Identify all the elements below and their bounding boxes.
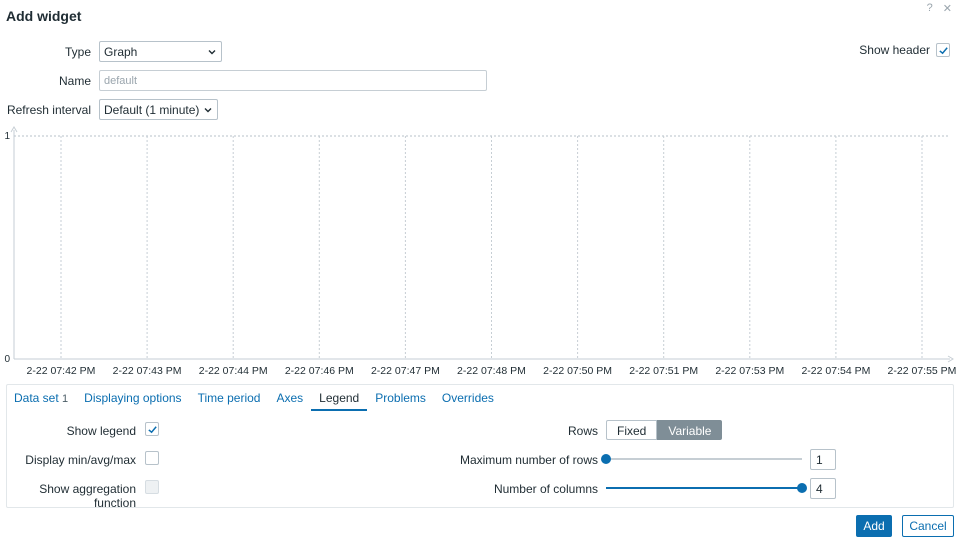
x-tick-labels: 2-22 07:42 PM 2-22 07:43 PM 2-22 07:44 PM 2… bbox=[27, 365, 957, 377]
show-header-checkbox[interactable] bbox=[936, 43, 950, 57]
y-tick-label: 1 bbox=[4, 131, 10, 142]
help-icon[interactable]: ? bbox=[927, 2, 933, 15]
slider-fill bbox=[606, 487, 802, 489]
x-tick-label: 2-22 07:54 PM bbox=[801, 365, 870, 377]
tab-label: Axes bbox=[276, 391, 304, 405]
tab-label: Data set bbox=[14, 391, 59, 405]
max-rows-input[interactable]: 1 bbox=[810, 449, 836, 470]
x-tick-label: 2-22 07:46 PM bbox=[285, 365, 354, 377]
refresh-interval-value: Default (1 minute) bbox=[104, 102, 200, 117]
rows-option-variable[interactable]: Variable bbox=[657, 420, 723, 440]
tab-displaying-options[interactable]: Displaying options bbox=[76, 387, 189, 411]
tab-axes[interactable]: Axes bbox=[268, 387, 311, 411]
tab-legend[interactable]: Legend bbox=[311, 387, 368, 411]
type-select-value: Graph bbox=[104, 44, 138, 59]
x-tick-label: 2-22 07:48 PM bbox=[457, 365, 526, 377]
rows-option-fixed[interactable]: Fixed bbox=[606, 420, 658, 440]
graph-preview: 10 2-22 07:42 PM 2-22 07:43 PM 2-22 07:44 … bbox=[4, 126, 957, 377]
rows-segmented-control: Fixed Variable bbox=[606, 420, 723, 440]
tab-overrides[interactable]: Overrides bbox=[434, 387, 502, 411]
type-label: Type bbox=[64, 45, 91, 59]
tab-bar: Data set 1 Displaying options Time period A… bbox=[6, 387, 502, 411]
y-tick-labels: 10 bbox=[4, 131, 10, 365]
grid-lines bbox=[14, 135, 950, 359]
slider-track bbox=[606, 458, 802, 460]
show-legend-label: Show legend bbox=[66, 424, 136, 438]
show-legend-checkbox[interactable] bbox=[145, 422, 159, 436]
x-tick-label: 2-22 07:44 PM bbox=[199, 365, 268, 377]
tab-problems[interactable]: Problems bbox=[367, 387, 434, 411]
minavgmax-label: Display min/avg/max bbox=[25, 453, 136, 467]
rows-label: Rows bbox=[567, 424, 598, 438]
show-header-field: Show header bbox=[859, 43, 950, 57]
name-input[interactable] bbox=[99, 70, 487, 91]
dialog-controls: ? ✕ bbox=[927, 2, 952, 15]
x-tick-label: 2-22 07:51 PM bbox=[629, 365, 698, 377]
num-columns-label: Number of columns bbox=[493, 482, 598, 496]
x-tick-label: 2-22 07:42 PM bbox=[27, 365, 96, 377]
aggregation-label: Show aggregation function bbox=[39, 482, 136, 510]
cancel-button[interactable]: Cancel bbox=[902, 515, 954, 537]
minavgmax-checkbox[interactable] bbox=[145, 451, 159, 465]
tab-label: Displaying options bbox=[84, 391, 182, 405]
add-button[interactable]: Add bbox=[856, 515, 892, 537]
x-tick-label: 2-22 07:50 PM bbox=[543, 365, 612, 377]
name-label: Name bbox=[58, 74, 91, 88]
x-tick-label: 2-22 07:47 PM bbox=[371, 365, 440, 377]
chevron-down-icon bbox=[208, 49, 216, 54]
x-tick-label: 2-22 07:55 PM bbox=[888, 365, 957, 377]
show-header-label: Show header bbox=[859, 43, 930, 57]
num-columns-input[interactable]: 4 bbox=[810, 478, 836, 499]
tab-data-set[interactable]: Data set 1 bbox=[6, 387, 76, 411]
x-tick-label: 2-22 07:43 PM bbox=[113, 365, 182, 377]
y-tick-label: 0 bbox=[4, 354, 10, 365]
close-icon[interactable]: ✕ bbox=[943, 2, 952, 15]
tab-count: 1 bbox=[62, 393, 69, 405]
refresh-interval-select[interactable]: Default (1 minute) bbox=[99, 99, 218, 120]
x-tick-label: 2-22 07:53 PM bbox=[715, 365, 784, 377]
dialog-title: Add widget bbox=[6, 8, 82, 24]
chevron-down-icon bbox=[204, 107, 212, 112]
type-select[interactable]: Graph bbox=[99, 41, 222, 62]
refresh-interval-label: Refresh interval bbox=[6, 103, 91, 117]
num-columns-slider[interactable] bbox=[606, 482, 807, 494]
tab-time-period[interactable]: Time period bbox=[190, 387, 269, 411]
aggregation-checkbox bbox=[145, 480, 159, 494]
tab-label: Legend bbox=[319, 391, 360, 405]
checkmark-icon bbox=[147, 425, 157, 433]
tab-label: Problems bbox=[375, 391, 426, 405]
tab-label: Time period bbox=[197, 391, 261, 405]
max-rows-label: Maximum number of rows bbox=[459, 453, 598, 467]
checkmark-icon bbox=[938, 46, 948, 54]
tab-label: Overrides bbox=[441, 391, 494, 405]
slider-handle[interactable] bbox=[797, 483, 807, 493]
max-rows-slider[interactable] bbox=[601, 453, 802, 465]
slider-handle[interactable] bbox=[601, 454, 611, 464]
